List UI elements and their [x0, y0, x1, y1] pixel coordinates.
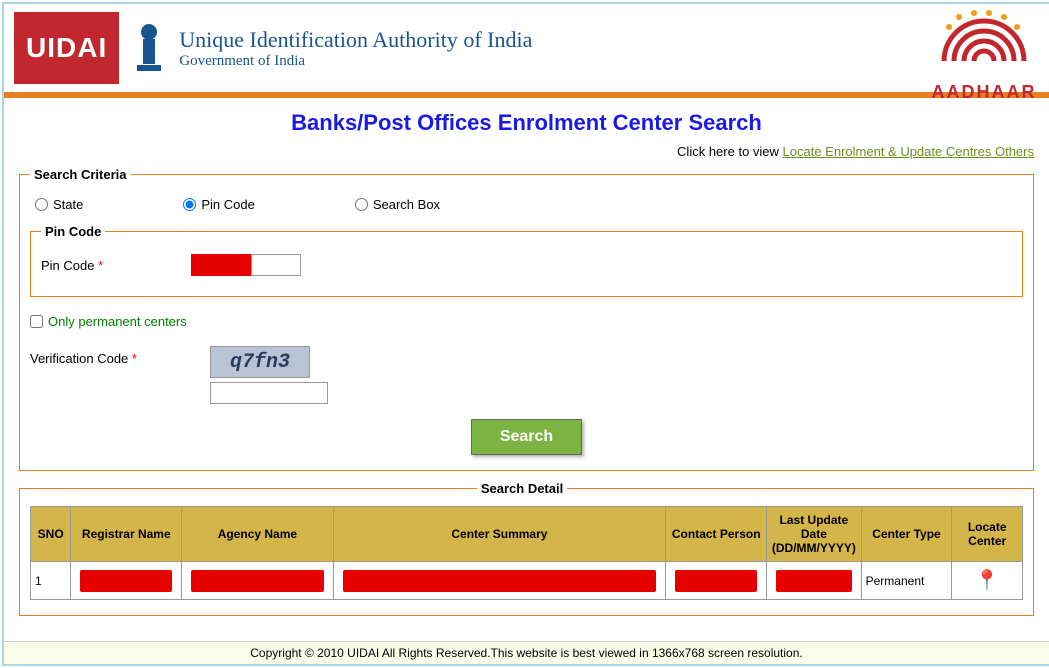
header-subtitle: Government of India — [179, 53, 532, 70]
cell-summary — [333, 562, 666, 600]
cell-centertype: Permanent — [861, 562, 952, 600]
cell-lastupdate — [767, 562, 861, 600]
pincode-input[interactable] — [251, 254, 301, 276]
table-row: 1 Permanent 📍 — [31, 562, 1023, 600]
col-locate: Locate Center — [952, 507, 1023, 562]
page-title: Banks/Post Offices Enrolment Center Sear… — [4, 110, 1049, 136]
cell-contact — [666, 562, 767, 600]
col-agency: Agency Name — [182, 507, 333, 562]
aadhaar-text: AADHAAR — [929, 82, 1039, 103]
header-title: Unique Identification Authority of India — [179, 27, 532, 53]
footer: Copyright © 2010 UIDAI All Rights Reserv… — [4, 641, 1049, 664]
cell-registrar — [71, 562, 182, 600]
radio-searchbox-input[interactable] — [355, 198, 368, 211]
search-button[interactable]: Search — [471, 419, 582, 455]
cell-locate: 📍 — [952, 562, 1023, 600]
col-contact: Contact Person — [666, 507, 767, 562]
pincode-fieldset: Pin Code Pin Code * — [30, 224, 1023, 297]
uidai-logo: UIDAI — [14, 12, 119, 84]
locate-pin-icon[interactable]: 📍 — [975, 570, 1000, 592]
permanent-checkbox[interactable] — [30, 315, 43, 328]
emblem-icon — [129, 17, 169, 80]
permanent-label: Only permanent centers — [48, 314, 187, 329]
radio-state[interactable]: State — [35, 197, 83, 212]
search-criteria-legend: Search Criteria — [30, 167, 131, 182]
results-table: SNO Registrar Name Agency Name Center Su… — [30, 506, 1023, 600]
pincode-label: Pin Code * — [41, 258, 191, 273]
permanent-row: Only permanent centers — [30, 309, 1023, 341]
radio-searchbox[interactable]: Search Box — [355, 197, 440, 212]
aadhaar-logo: AADHAAR — [929, 9, 1039, 103]
radio-pincode[interactable]: Pin Code — [183, 197, 254, 212]
verification-label: Verification Code * — [30, 346, 210, 404]
col-centertype: Center Type — [861, 507, 952, 562]
verification-row: Verification Code * q7fn3 — [30, 341, 1023, 419]
captcha-input[interactable] — [210, 382, 328, 404]
cell-sno: 1 — [31, 562, 71, 600]
link-prefix: Click here to view — [677, 144, 782, 159]
col-lastupdate: Last Update Date (DD/MM/YYYY) — [767, 507, 861, 562]
col-summary: Center Summary — [333, 507, 666, 562]
header: UIDAI Unique Identification Authority of… — [4, 4, 1049, 98]
col-sno: SNO — [31, 507, 71, 562]
search-detail-legend: Search Detail — [477, 481, 567, 496]
radio-pincode-input[interactable] — [183, 198, 196, 211]
col-registrar: Registrar Name — [71, 507, 182, 562]
radio-state-input[interactable] — [35, 198, 48, 211]
pincode-legend: Pin Code — [41, 224, 105, 239]
radio-row: State Pin Code Search Box — [30, 192, 1023, 224]
pincode-redacted — [191, 254, 251, 276]
search-criteria-fieldset: Search Criteria State Pin Code Search Bo… — [19, 167, 1034, 471]
search-detail-fieldset: Search Detail SNO Registrar Name Agency … — [19, 481, 1034, 616]
captcha-image: q7fn3 — [210, 346, 310, 378]
header-text: Unique Identification Authority of India… — [179, 27, 532, 70]
link-row: Click here to view Locate Enrolment & Up… — [4, 144, 1049, 167]
locate-others-link[interactable]: Locate Enrolment & Update Centres Others — [783, 144, 1034, 159]
pincode-row: Pin Code * — [41, 249, 1012, 281]
cell-agency — [182, 562, 333, 600]
